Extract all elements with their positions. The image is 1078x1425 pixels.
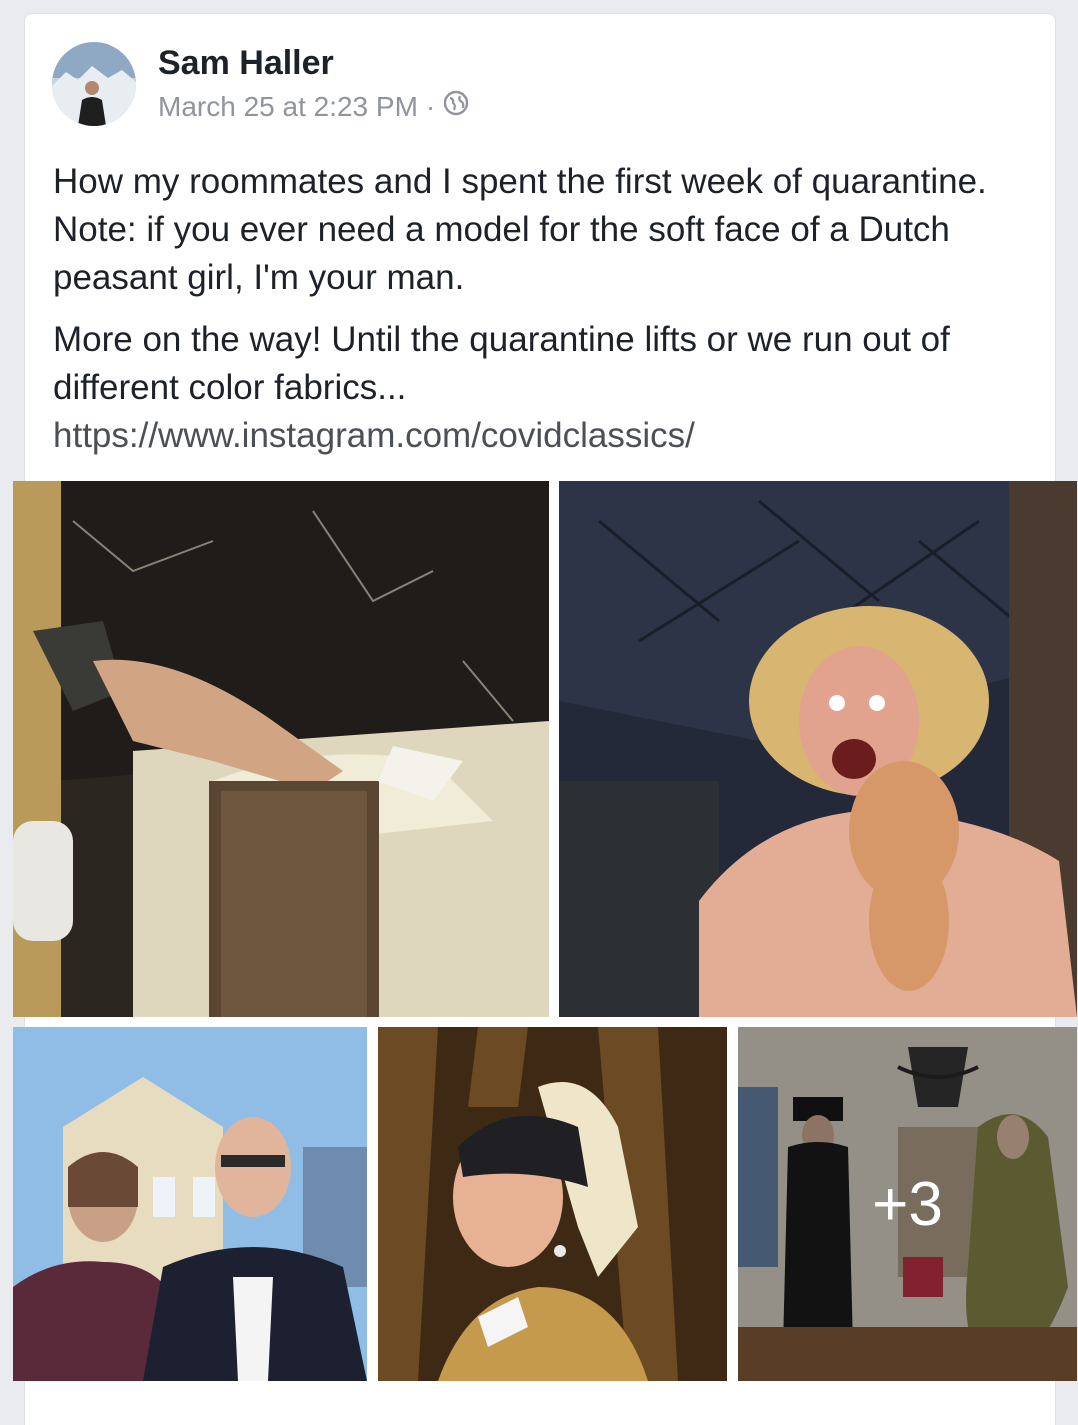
post-paragraph-1: How my roommates and I spent the first w… bbox=[53, 162, 987, 297]
post-meta: March 25 at 2:23 PM · bbox=[158, 90, 469, 123]
globe-icon bbox=[443, 90, 469, 123]
photo-3[interactable] bbox=[13, 1027, 367, 1381]
meta-separator: · bbox=[425, 90, 436, 122]
more-photos-count: +3 bbox=[872, 1169, 943, 1239]
instagram-link[interactable]: https://www.instagram.com/covidclassics/ bbox=[53, 412, 1043, 460]
timestamp[interactable]: March 25 at 2:23 PM bbox=[158, 91, 418, 123]
photo-1[interactable] bbox=[13, 481, 549, 1017]
post-paragraph-2-text: More on the way! Until the quarantine li… bbox=[53, 320, 950, 407]
avatar[interactable] bbox=[52, 42, 136, 126]
author-name[interactable]: Sam Haller bbox=[158, 44, 334, 83]
post-paragraph-2: More on the way! Until the quarantine li… bbox=[53, 316, 1043, 460]
photo-5-more[interactable]: +3 bbox=[738, 1027, 1077, 1381]
photo-4[interactable] bbox=[378, 1027, 727, 1381]
post-body: How my roommates and I spent the first w… bbox=[53, 158, 1043, 474]
photo-2[interactable] bbox=[559, 481, 1077, 1017]
more-photos-overlay[interactable]: +3 bbox=[738, 1027, 1077, 1381]
